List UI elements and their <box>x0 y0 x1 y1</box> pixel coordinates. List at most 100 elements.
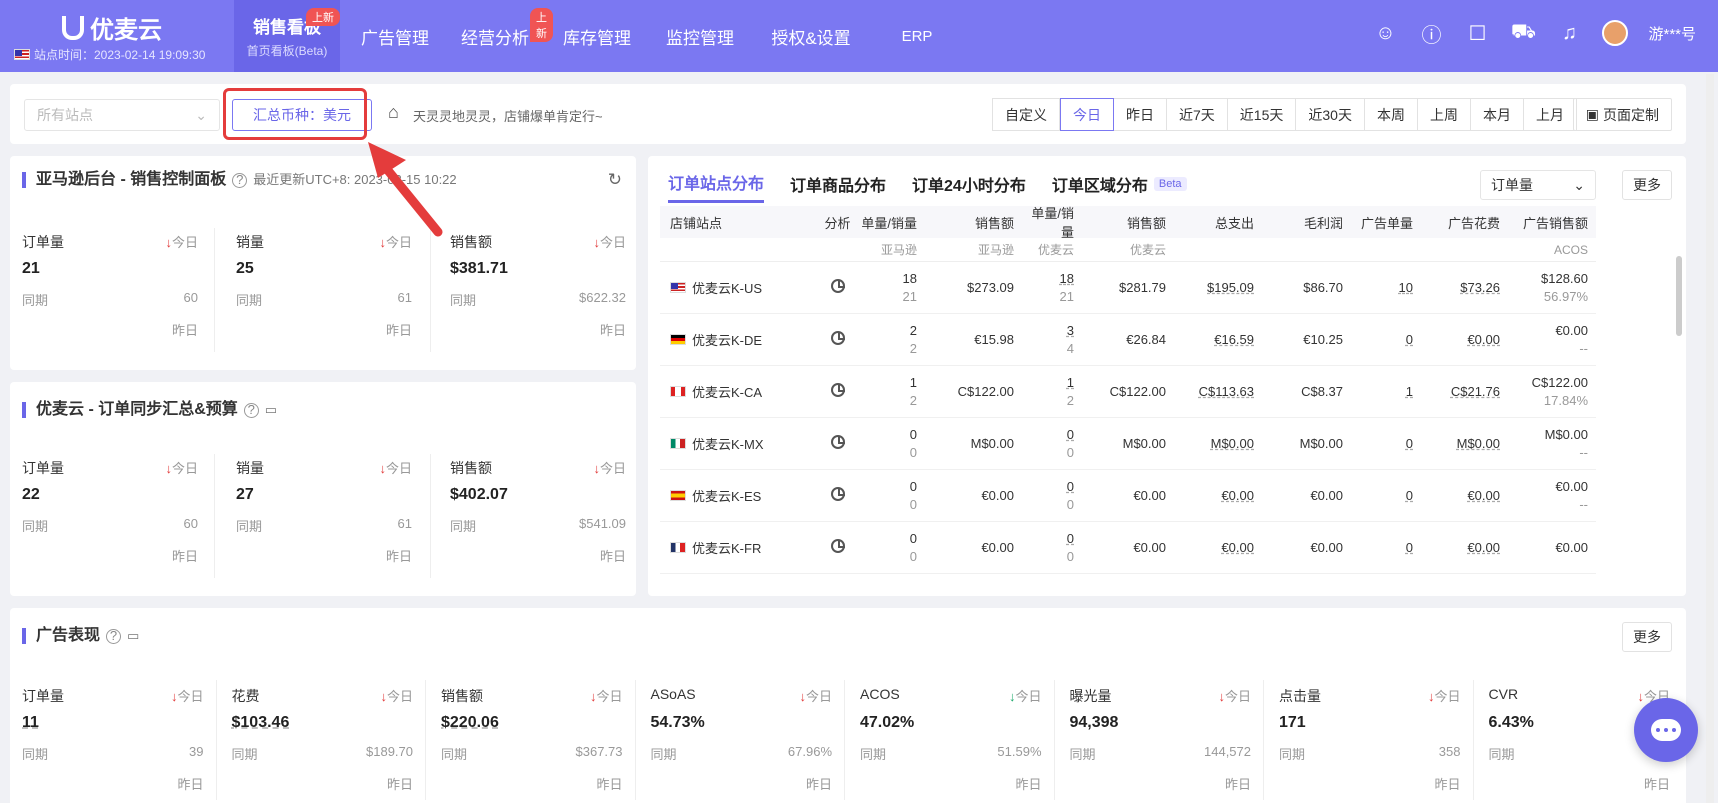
col-analysis: 分析 <box>824 215 851 231</box>
orders-value[interactable]: 0 <box>1022 530 1074 548</box>
de-flag-icon <box>670 334 686 345</box>
nav-label: 授权&设置 <box>771 28 851 48</box>
pie-chart-icon[interactable] <box>830 279 845 293</box>
units-value: 21 <box>1059 288 1074 304</box>
date-yesterday[interactable]: 昨日 <box>1114 98 1167 131</box>
nav-erp[interactable]: ERP <box>880 0 954 72</box>
tab-24h-distribution[interactable]: 订单24小时分布 <box>912 170 1026 203</box>
ad-orders-cell[interactable]: 1 <box>1406 384 1413 399</box>
nav-ad-management[interactable]: 广告管理 <box>350 0 440 72</box>
help-icon[interactable]: ? <box>232 172 248 188</box>
orders-value[interactable]: 18 <box>1022 270 1074 288</box>
gross-profit-cell: C$8.37 <box>1301 384 1343 399</box>
total-cost-cell[interactable]: €16.59 <box>1214 332 1254 347</box>
yesterday-label: 昨日 <box>171 549 198 564</box>
home-icon[interactable]: ⌂ <box>388 102 399 123</box>
cart-icon[interactable]: ⛟ <box>1510 20 1536 46</box>
date-custom[interactable]: 自定义 <box>992 98 1060 131</box>
page-custom-button[interactable]: ▣ 页面定制 <box>1572 98 1672 131</box>
help-icon[interactable]: ? <box>243 402 259 418</box>
orders-value: 2 <box>909 322 917 338</box>
date-last-month[interactable]: 上月 <box>1523 98 1577 131</box>
ad-cost-cell[interactable]: €0.00 <box>1467 540 1500 555</box>
divider <box>634 680 636 800</box>
qty-amazon-cell: 00 <box>860 478 925 514</box>
date-15days[interactable]: 近15天 <box>1227 98 1297 131</box>
ad-cost-cell[interactable]: $73.26 <box>1460 280 1500 295</box>
metric-select[interactable]: 订单量 ⌄ <box>1480 170 1596 200</box>
bell-icon[interactable]: ♫ <box>1556 20 1582 46</box>
total-cost-cell[interactable]: €0.00 <box>1221 540 1254 555</box>
date-this-week[interactable]: 本周 <box>1364 98 1418 131</box>
page-scrollbar[interactable] <box>1706 74 1714 803</box>
tab-region-distribution[interactable]: 订单区域分布 Beta <box>1052 170 1187 203</box>
help-icon[interactable]: ⓘ <box>1418 20 1444 47</box>
ad-orders-cell[interactable]: 0 <box>1406 488 1413 503</box>
total-cost-cell[interactable]: $195.09 <box>1207 280 1254 295</box>
ad-orders-cell[interactable]: 0 <box>1406 436 1413 451</box>
nav-sales-board[interactable]: 上新 销售看板 首页看板(Beta) <box>234 0 340 72</box>
video-icon[interactable]: ▭ <box>265 402 277 418</box>
divider <box>215 680 217 800</box>
ad-orders-cell[interactable]: 0 <box>1406 540 1413 555</box>
more-button[interactable]: 更多 <box>1622 622 1672 652</box>
video-icon[interactable]: ▭ <box>127 628 139 644</box>
total-cost-cell[interactable]: C$113.63 <box>1199 384 1254 399</box>
avatar[interactable] <box>1602 20 1629 46</box>
gross-profit-cell: €0.00 <box>1310 540 1343 555</box>
ymy-sales-cell: C$122.00 <box>1109 384 1166 399</box>
ad-cost-cell[interactable]: €0.00 <box>1467 332 1500 347</box>
amazon-sales-cell: M$0.00 <box>970 436 1014 451</box>
username[interactable]: 游***号 <box>1648 23 1696 44</box>
pie-chart-icon[interactable] <box>830 331 845 345</box>
ad-orders-cell[interactable]: 0 <box>1406 332 1413 347</box>
orders-value[interactable]: 3 <box>1022 322 1074 340</box>
date-30days[interactable]: 近30天 <box>1296 98 1365 131</box>
nav-business-analysis[interactable]: 上新 经营分析 <box>450 0 553 72</box>
total-cost-cell[interactable]: €0.00 <box>1221 488 1254 503</box>
help-icon[interactable]: ? <box>106 628 122 644</box>
logo[interactable]: 优麦云 <box>62 10 162 45</box>
ad-metric: 销售额 ↓今日 $220.06 同期 $367.73 昨日 <box>429 686 635 796</box>
refresh-icon[interactable]: ↻ <box>608 170 622 190</box>
metric-trend: ↓今日 <box>1009 686 1042 705</box>
pie-chart-icon[interactable] <box>830 539 845 553</box>
site-select[interactable]: 所有站点 ⌄ <box>24 99 220 131</box>
table-scrollbar[interactable] <box>1676 256 1682 336</box>
units-value: 4 <box>1066 340 1074 356</box>
ad-cost-cell[interactable]: M$0.00 <box>1457 436 1500 451</box>
date-last-week[interactable]: 上周 <box>1417 98 1471 131</box>
date-7days[interactable]: 近7天 <box>1167 98 1228 131</box>
message-icon[interactable]: ☐ <box>1464 20 1490 46</box>
date-today[interactable]: 今日 <box>1060 98 1114 131</box>
same-period-label: 同期 <box>450 519 477 534</box>
ad-cost-cell[interactable]: €0.00 <box>1467 488 1500 503</box>
pie-chart-icon[interactable] <box>830 435 845 449</box>
metric-value: $103.46 <box>231 714 290 731</box>
ymy-sales-cell: €26.84 <box>1126 332 1166 347</box>
same-period-label: 同期 <box>1069 747 1096 762</box>
more-button[interactable]: 更多 <box>1622 170 1672 200</box>
qty-amazon-cell: 12 <box>860 374 925 410</box>
pie-chart-icon[interactable] <box>830 487 845 501</box>
qty-ymy-cell: 12 <box>1022 374 1082 410</box>
nav-monitoring[interactable]: 监控管理 <box>654 0 746 72</box>
orders-value[interactable]: 1 <box>1022 374 1074 392</box>
support-icon[interactable]: ☺ <box>1372 20 1398 46</box>
trend-label: 今日 <box>171 235 198 250</box>
tab-product-distribution[interactable]: 订单商品分布 <box>790 170 886 203</box>
orders-value[interactable]: 0 <box>1022 478 1074 496</box>
store-cell: 优麦云K-US <box>660 278 815 297</box>
date-this-month[interactable]: 本月 <box>1470 98 1524 131</box>
chat-button[interactable] <box>1634 698 1698 762</box>
orders-value[interactable]: 0 <box>1022 426 1074 444</box>
total-cost-cell[interactable]: M$0.00 <box>1211 436 1254 451</box>
trend-label: 今日 <box>385 461 412 476</box>
nav-auth-settings[interactable]: 授权&设置 <box>756 0 866 72</box>
tab-site-distribution[interactable]: 订单站点分布 <box>668 170 765 203</box>
nav-inventory[interactable]: 库存管理 <box>550 0 644 72</box>
pie-chart-icon[interactable] <box>830 383 845 397</box>
ad-orders-cell[interactable]: 10 <box>1399 280 1413 295</box>
same-period-label: 同期 <box>441 747 468 762</box>
ad-cost-cell[interactable]: C$21.76 <box>1451 384 1500 399</box>
